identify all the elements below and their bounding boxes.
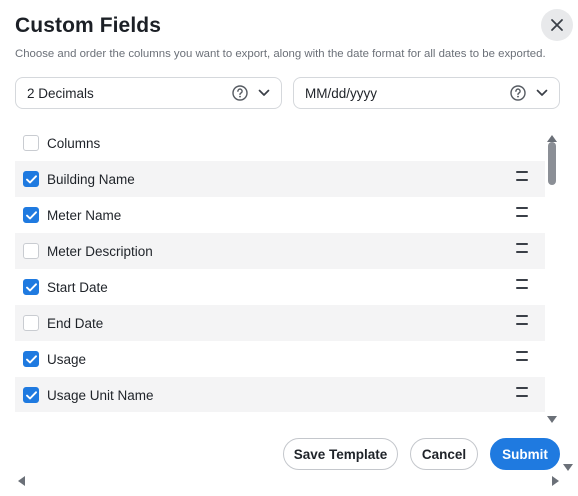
columns-header-row: Columns <box>15 125 545 161</box>
help-circle-icon[interactable] <box>510 85 526 101</box>
check-icon <box>25 210 37 219</box>
drag-handle-icon[interactable] <box>516 315 528 325</box>
column-row[interactable]: Start Date <box>15 269 545 305</box>
column-label: Meter Name <box>47 207 122 223</box>
close-button[interactable] <box>541 9 573 41</box>
check-icon <box>25 354 37 363</box>
column-checkbox[interactable] <box>23 279 39 295</box>
chevron-down-icon[interactable] <box>536 89 548 97</box>
check-icon <box>25 174 37 183</box>
help-circle-icon[interactable] <box>232 85 248 101</box>
drag-handle-icon[interactable] <box>516 171 528 181</box>
column-row[interactable]: End Date <box>15 305 545 341</box>
column-row[interactable]: Usage <box>15 341 545 377</box>
column-label: Start Date <box>47 279 108 295</box>
dialog-title: Custom Fields <box>15 14 161 37</box>
column-checkbox[interactable] <box>23 387 39 403</box>
scroll-right-arrow[interactable] <box>552 473 559 486</box>
column-row[interactable]: Meter Name <box>15 197 545 233</box>
column-label: Usage Unit Name <box>47 387 154 403</box>
submit-button[interactable]: Submit <box>490 438 560 470</box>
dialog-subtitle: Choose and order the columns you want to… <box>15 48 546 60</box>
chevron-down-icon[interactable] <box>258 89 270 97</box>
column-row[interactable]: Building Name <box>15 161 545 197</box>
column-checkbox[interactable] <box>23 207 39 223</box>
column-checkbox[interactable] <box>23 171 39 187</box>
column-checkbox[interactable] <box>23 351 39 367</box>
drag-handle-icon[interactable] <box>516 351 528 361</box>
scroll-down-arrow[interactable] <box>547 410 557 428</box>
check-icon <box>25 282 37 291</box>
save-template-button[interactable]: Save Template <box>283 438 398 470</box>
date-format-value: MM/dd/yyyy <box>305 85 378 101</box>
decimal-format-select[interactable]: 2 Decimals <box>15 77 282 109</box>
column-checkbox[interactable] <box>23 243 39 259</box>
drag-handle-icon[interactable] <box>516 243 528 253</box>
select-all-checkbox[interactable] <box>23 135 39 151</box>
columns-header-label: Columns <box>47 135 101 151</box>
vertical-scrollbar-thumb[interactable] <box>548 142 556 185</box>
drag-handle-icon[interactable] <box>516 279 528 289</box>
cancel-button[interactable]: Cancel <box>410 438 478 470</box>
date-format-select[interactable]: MM/dd/yyyy <box>293 77 560 109</box>
check-icon <box>25 390 37 399</box>
column-label: Building Name <box>47 171 135 187</box>
column-checkbox[interactable] <box>23 315 39 331</box>
drag-handle-icon[interactable] <box>516 387 528 397</box>
close-icon <box>551 19 563 31</box>
columns-list: Columns Building Name Meter Name Meter Des… <box>15 125 545 412</box>
column-row[interactable]: Usage Unit Name <box>15 377 545 412</box>
page-scroll-down-arrow[interactable] <box>563 458 573 471</box>
drag-handle-icon[interactable] <box>516 207 528 217</box>
column-label: End Date <box>47 315 104 331</box>
column-label: Usage <box>47 351 87 367</box>
scroll-left-arrow[interactable] <box>18 473 25 486</box>
column-label: Meter Description <box>47 243 153 259</box>
decimal-format-value: 2 Decimals <box>27 85 94 101</box>
column-row[interactable]: Meter Description <box>15 233 545 269</box>
